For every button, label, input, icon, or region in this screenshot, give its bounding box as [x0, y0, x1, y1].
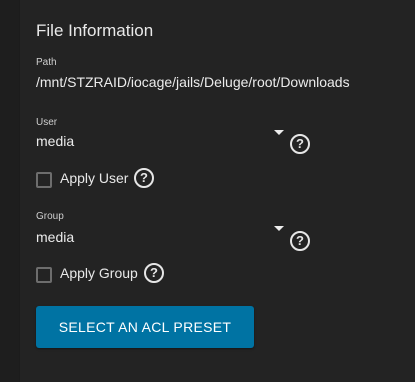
help-circle-icon[interactable]: ? — [290, 134, 310, 154]
chevron-down-icon[interactable] — [274, 130, 284, 135]
help-circle-icon[interactable]: ? — [290, 231, 310, 251]
apply-user-label[interactable]: Apply User — [60, 170, 128, 186]
user-label: User — [36, 117, 58, 128]
apply-user-checkbox[interactable] — [36, 172, 52, 188]
group-label: Group — [36, 211, 64, 222]
user-select[interactable]: media — [36, 133, 286, 155]
path-label: Path — [36, 57, 57, 68]
help-circle-icon[interactable]: ? — [144, 263, 164, 283]
help-circle-icon[interactable]: ? — [134, 168, 154, 188]
user-select-value: media — [36, 133, 75, 149]
card-title: File Information — [36, 21, 154, 40]
file-information-card: File Information Path /mnt/STZRAID/iocag… — [19, 0, 415, 382]
select-acl-preset-button[interactable]: SELECT AN ACL PRESET — [36, 306, 254, 348]
apply-group-label[interactable]: Apply Group — [60, 265, 138, 281]
group-select[interactable]: media — [36, 229, 286, 251]
page: File Information Path /mnt/STZRAID/iocag… — [0, 0, 415, 382]
apply-group-checkbox[interactable] — [36, 267, 52, 283]
path-value: /mnt/STZRAID/iocage/jails/Deluge/root/Do… — [36, 74, 350, 90]
group-select-value: media — [36, 229, 75, 245]
chevron-down-icon[interactable] — [274, 226, 284, 231]
